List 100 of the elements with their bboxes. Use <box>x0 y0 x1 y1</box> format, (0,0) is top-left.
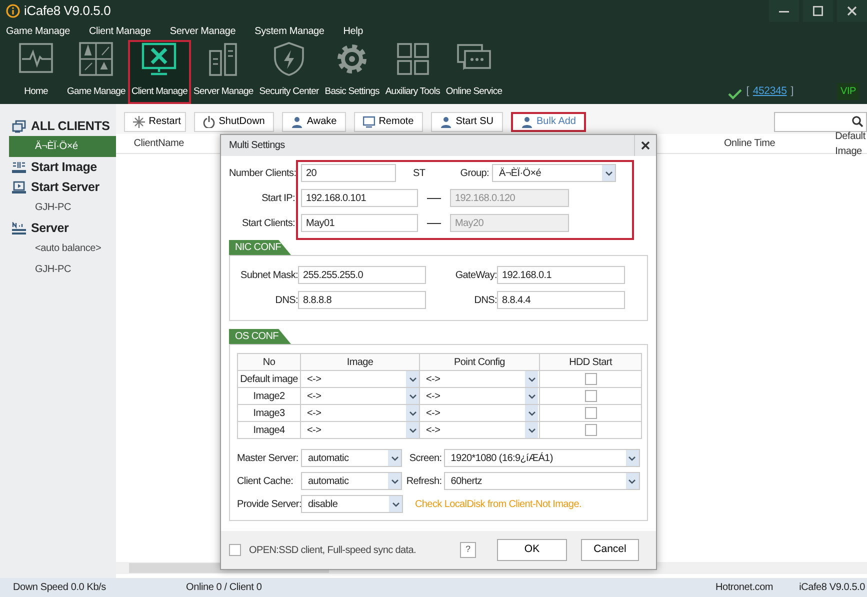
sidebar-header[interactable]: Server <box>0 218 116 238</box>
menu-item[interactable]: System Manage <box>254 24 324 38</box>
toolbar-button[interactable]: Basic Settings <box>322 40 382 104</box>
column-header: Point Config <box>420 354 540 370</box>
bracket-text: [ <box>746 84 749 100</box>
toolbar-button[interactable]: Client Manage <box>128 40 191 104</box>
list-icon <box>12 222 26 234</box>
table-cell: Image4 <box>238 422 300 438</box>
account-link[interactable]: 452345 <box>752 84 787 100</box>
caret-icon <box>604 170 612 176</box>
input-field[interactable]: 192.168.0.101 <box>301 189 418 207</box>
dash-separator <box>427 222 441 224</box>
field-label: DNS: <box>274 294 298 308</box>
vip-badge: VIP <box>837 83 859 100</box>
menu-item[interactable]: Help <box>343 24 364 38</box>
search-icon <box>852 116 863 127</box>
toolbar-action-button[interactable]: Start SU <box>430 112 503 132</box>
caret-icon <box>528 394 536 398</box>
close-icon <box>641 141 650 150</box>
field-label: DNS: <box>473 294 497 308</box>
window-title: iCafe8 V9.0.5.0 <box>24 2 111 20</box>
input-field[interactable]: 192.168.0.1 <box>497 266 625 284</box>
caret-icon <box>390 456 399 460</box>
grid-icon <box>394 40 431 77</box>
checkbox[interactable] <box>584 372 596 385</box>
sidebar-item[interactable]: GJH-PC <box>0 259 116 280</box>
sidebar-header[interactable]: Start Server <box>0 177 116 197</box>
input-field[interactable]: May01 <box>301 214 418 232</box>
close-icon <box>847 6 857 16</box>
toolbar-action-button[interactable]: Awake <box>282 112 346 132</box>
minimize-button[interactable] <box>769 0 799 22</box>
sidebar-item[interactable]: <auto balance> <box>0 238 116 259</box>
search-field[interactable] <box>774 112 867 132</box>
check-icon <box>728 88 742 100</box>
toolbar-button[interactable]: Server Manage <box>190 40 256 104</box>
input-field[interactable]: 255.255.255.0 <box>298 266 426 284</box>
toolbar-action-button[interactable]: ShutDown <box>194 112 274 132</box>
sidebar-header[interactable]: Start Image <box>0 157 116 177</box>
input-field[interactable]: 8.8.4.4 <box>497 291 625 309</box>
input-field[interactable]: 20 <box>301 164 396 182</box>
checkbox[interactable] <box>584 390 596 402</box>
close-button[interactable] <box>837 0 867 22</box>
column-header: HDD Start <box>540 354 642 370</box>
table-cell: Default image <box>238 370 300 388</box>
ok-button[interactable]: OK <box>497 539 567 561</box>
dropdown[interactable]: automatic <box>301 472 402 490</box>
table-cell: Image3 <box>238 404 300 422</box>
field-label: Provide Server: <box>237 498 301 512</box>
field-label: Client Cache: <box>237 474 294 488</box>
input-field: 192.168.0.120 <box>450 189 569 207</box>
column-header: Default Image <box>835 130 867 158</box>
sparkle-icon <box>132 116 145 128</box>
caret-icon <box>528 376 536 382</box>
sidebar-item[interactable]: Ä¬ÈÏ·Ö×é <box>9 136 116 157</box>
monitor-icon <box>12 180 26 194</box>
dropdown[interactable]: Ä¬ÈÏ·Ö×é <box>492 164 616 182</box>
toolbar-button[interactable]: Game Manage <box>64 40 128 104</box>
toolbar-button[interactable]: Home <box>8 40 64 104</box>
checkbox[interactable] <box>229 544 241 556</box>
toolbar-button[interactable]: Online Service <box>442 40 506 104</box>
screen-icon <box>362 116 375 128</box>
column-header: Image <box>300 354 420 370</box>
checkbox[interactable] <box>584 406 596 419</box>
status-text: iCafe8 V9.0.5.0 <box>799 581 865 595</box>
unit-label: ST <box>413 166 426 180</box>
person-icon <box>440 116 452 128</box>
dropdown[interactable]: automatic <box>301 449 402 467</box>
status-text: Down Speed 0.0 Kb/s <box>13 581 107 595</box>
caret-icon <box>528 428 536 432</box>
field-label: Start Clients: <box>240 216 295 230</box>
input-field[interactable]: 8.8.8.8 <box>298 291 426 309</box>
toolbar-action-button[interactable]: Bulk Add <box>510 112 586 132</box>
field-label: Number Clients: <box>229 166 295 180</box>
power-icon <box>202 116 215 128</box>
checkbox[interactable] <box>584 424 596 436</box>
toolbar-button[interactable]: Security Center <box>256 40 322 104</box>
column-header: Online Time <box>724 137 776 151</box>
menu-item[interactable]: Server Manage <box>170 24 236 38</box>
help-button[interactable]: ? <box>460 542 476 558</box>
sidebar-header[interactable]: ALL CLIENTS <box>0 116 116 136</box>
toolbar-button[interactable]: Auxiliary Tools <box>382 40 443 104</box>
person-icon <box>520 116 533 128</box>
sidebar-item[interactable]: GJH-PC <box>0 197 116 218</box>
maximize-button[interactable] <box>803 0 833 22</box>
input-field: May20 <box>450 214 569 232</box>
toolbar-action-button[interactable]: Remote <box>354 112 423 132</box>
field-label: Start IP: <box>260 192 295 206</box>
menu-item[interactable]: Game Manage <box>6 24 70 38</box>
dropdown[interactable]: disable <box>301 495 403 513</box>
field-label: Master Server: <box>237 452 300 466</box>
maximize-icon <box>813 6 823 16</box>
dropdown[interactable]: 1920*1080 (16:9¿íÆÁ1) <box>444 449 640 467</box>
cancel-button[interactable]: Cancel <box>581 539 639 561</box>
dropdown[interactable]: 60hertz <box>444 472 640 490</box>
menu-item[interactable]: Client Manage <box>88 24 151 38</box>
toolbar-action-button[interactable]: Restart <box>124 112 186 132</box>
bracket-text: ] <box>790 84 794 100</box>
caret-icon <box>628 478 636 484</box>
caret-icon <box>392 502 400 506</box>
column-header: No <box>238 354 300 370</box>
